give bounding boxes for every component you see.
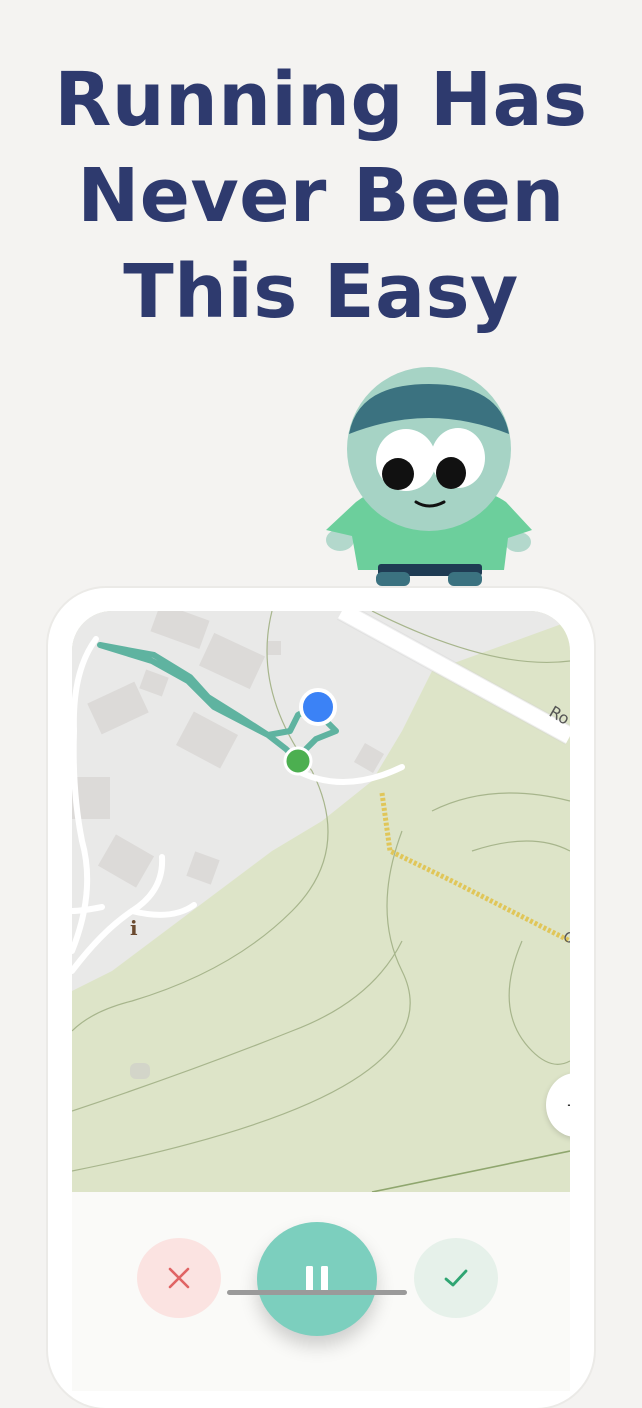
mascot-left-shoe: [376, 572, 410, 586]
run-controls: [72, 1192, 570, 1391]
finish-run-button[interactable]: [414, 1238, 498, 1318]
headline-line-1: Running Has: [54, 57, 588, 143]
info-marker[interactable]: i: [130, 916, 138, 940]
phone-screen: Ro O i +: [72, 611, 570, 1391]
cancel-run-button[interactable]: [137, 1238, 221, 1318]
headline-line-3: This Easy: [123, 249, 519, 335]
current-location-marker: [299, 688, 337, 726]
check-icon: [444, 1269, 468, 1287]
headline-line-2: Never Been: [77, 153, 565, 239]
mascot-illustration: [326, 367, 532, 586]
close-icon: [168, 1267, 190, 1289]
mascot-right-shoe: [448, 572, 482, 586]
mascot-right-pupil: [436, 457, 466, 489]
route-map[interactable]: Ro O i: [72, 611, 570, 1192]
pause-run-button[interactable]: [257, 1222, 377, 1336]
headline: Running Has Never Been This Easy: [0, 52, 642, 340]
home-indicator: [227, 1290, 407, 1295]
start-marker: [283, 746, 313, 776]
zoom-in-label: +: [566, 1095, 570, 1116]
mascot-left-pupil: [382, 458, 414, 490]
